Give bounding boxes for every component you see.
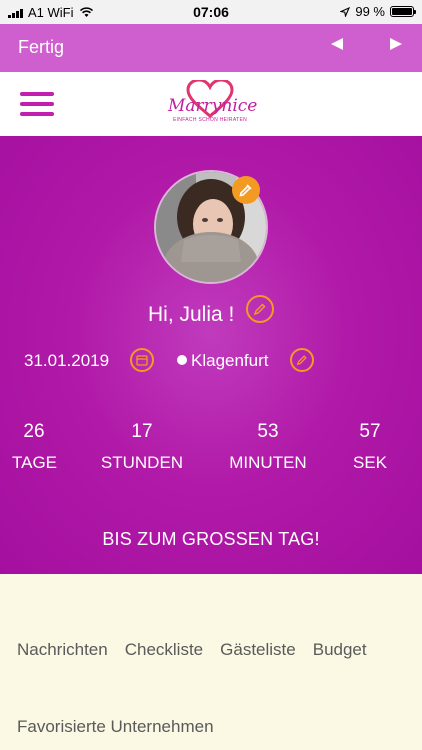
countdown-days: 26 TAGE bbox=[12, 421, 58, 472]
status-bar: A1 WiFi 07:06 99 % bbox=[0, 0, 422, 24]
location-arrow-icon bbox=[340, 6, 351, 17]
app-header: Marrynice EINFACH SCHÖN HEIRATEN bbox=[0, 72, 422, 136]
countdown-seconds: 57 SEK bbox=[350, 422, 390, 472]
tab-nachrichten[interactable]: Nachrichten bbox=[17, 640, 108, 660]
battery-level bbox=[392, 8, 412, 15]
wedding-location: Klagenfurt bbox=[191, 351, 269, 370]
logo-text: Marrynice bbox=[168, 96, 258, 116]
countdown-value: 57 bbox=[359, 421, 381, 442]
battery-percent: 99 % bbox=[355, 4, 385, 19]
edit-photo-glyph-icon bbox=[239, 184, 252, 197]
pencil-icon bbox=[253, 303, 266, 316]
done-button[interactable]: Fertig bbox=[18, 37, 64, 58]
favorites-link[interactable]: Favorisierte Unternehmen bbox=[17, 717, 214, 737]
hero-section: Hi, Julia ! 31.01.2019 Klagenfurt 26 TAG… bbox=[0, 136, 422, 574]
battery-icon bbox=[390, 6, 416, 17]
edit-pencil-icon[interactable] bbox=[246, 295, 274, 323]
countdown-value: 26 bbox=[23, 421, 45, 442]
edit-photo-icon[interactable] bbox=[232, 176, 260, 204]
calendar-icon[interactable] bbox=[130, 348, 154, 372]
location-dot-icon bbox=[177, 355, 187, 365]
tab-gaesteliste[interactable]: Gästeliste bbox=[220, 640, 296, 660]
nav-bar: Fertig bbox=[0, 24, 422, 72]
countdown-unit: STUNDEN bbox=[100, 453, 184, 472]
triangle-left-icon[interactable] bbox=[331, 38, 343, 50]
menu-tabs: Nachrichten Checkliste Gästeliste Budget bbox=[17, 640, 367, 660]
calendar-glyph-icon bbox=[136, 355, 148, 366]
pencil-icon bbox=[296, 355, 307, 366]
countdown-unit: MINUTEN bbox=[229, 453, 307, 472]
countdown-minutes: 53 MINUTEN bbox=[226, 422, 310, 472]
edit-location-icon[interactable] bbox=[290, 348, 314, 372]
tagline: BIS ZUM GROSSEN TAG! bbox=[102, 529, 320, 549]
status-right: 99 % bbox=[340, 4, 416, 19]
hamburger-menu-icon[interactable] bbox=[20, 92, 56, 118]
greeting-text: Hi, Julia ! bbox=[148, 303, 235, 326]
countdown-unit: TAGE bbox=[12, 453, 58, 472]
tab-checkliste[interactable]: Checkliste bbox=[125, 640, 203, 660]
countdown-hours: 17 STUNDEN bbox=[100, 422, 184, 472]
triangle-right-icon[interactable] bbox=[390, 38, 402, 50]
tab-budget[interactable]: Budget bbox=[313, 640, 367, 660]
logo[interactable]: Marrynice EINFACH SCHÖN HEIRATEN bbox=[168, 80, 258, 132]
countdown-value: 17 bbox=[131, 421, 153, 442]
wedding-date: 31.01.2019 bbox=[24, 351, 110, 370]
countdown-value: 53 bbox=[257, 421, 279, 442]
logo-subtitle: EINFACH SCHÖN HEIRATEN bbox=[172, 117, 247, 123]
info-row: 31.01.2019 Klagenfurt bbox=[0, 348, 422, 374]
countdown-unit: SEK bbox=[352, 453, 388, 472]
